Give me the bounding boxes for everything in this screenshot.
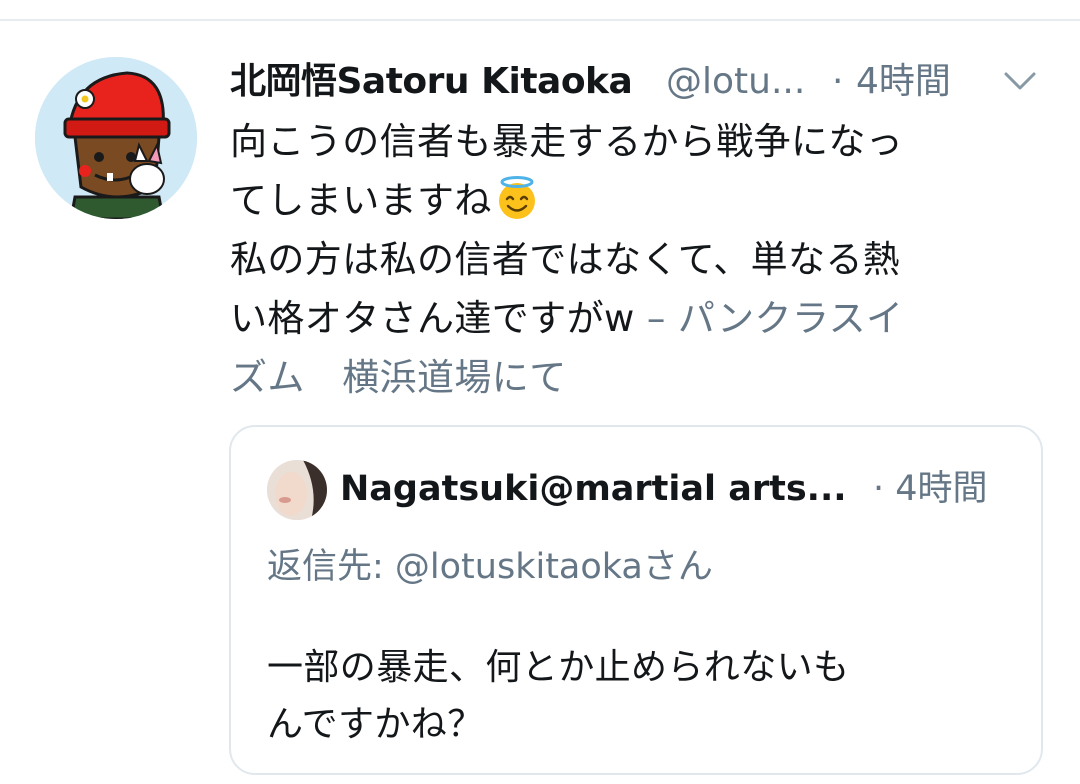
location-link[interactable]: – パンクラスイ <box>635 297 904 340</box>
quoted-text-line: 一部の暴走、何とか止められないも <box>267 647 850 688</box>
tweet-text-line: てしまいますね <box>230 171 1050 230</box>
quoted-timestamp: · 4時間 <box>873 469 988 509</box>
display-name[interactable]: 北岡悟Satoru Kitaoka <box>230 55 633 109</box>
user-handle[interactable]: @lotu... <box>666 55 805 109</box>
separator-dot: · <box>832 61 844 102</box>
quoted-user-avatar[interactable] <box>267 460 327 520</box>
user-avatar[interactable] <box>35 57 197 219</box>
quoted-text-line: んですかね？ <box>267 704 484 745</box>
quoted-tweet-card[interactable]: Nagatsuki@martial arts... · 4時間 返信先: @lo… <box>229 425 1043 775</box>
tweet-text-fragment: てしまいますね <box>230 179 492 222</box>
quoted-tweet-text: 一部の暴走、何とか止められないも んですかね？ <box>267 639 1007 753</box>
location-link-continued[interactable]: ズム 横浜道場にて <box>230 348 1050 407</box>
quoted-avatar-photo <box>267 460 327 520</box>
tweet-text-line: 私の方は私の信者ではなくて、単なる熱 <box>230 238 901 281</box>
timestamp[interactable]: 4時間 <box>856 55 951 109</box>
avatar-illustration <box>35 57 197 219</box>
chevron-down-icon[interactable] <box>1000 65 1040 97</box>
reply-to-label: 返信先: @lotuskitaokaさん <box>267 547 713 587</box>
smiling-face-with-halo-icon <box>498 176 535 219</box>
top-divider <box>0 19 1080 21</box>
tweet-text-line: い格オタさん達ですがw – パンクラスイ <box>230 289 1050 348</box>
quoted-display-name[interactable]: Nagatsuki@martial arts... <box>340 463 847 515</box>
tweet-text: 向こうの信者も暴走するから戦争になっ てしまいますね 私の方は私の信者ではなくて… <box>230 112 1050 407</box>
tweet-text-line: 向こうの信者も暴走するから戦争になっ <box>230 120 904 163</box>
tweet-text-fragment: い格オタさん達ですがw <box>230 297 635 340</box>
tweet-header: 北岡悟Satoru Kitaoka @lotu... · 4時間 <box>230 55 1050 111</box>
